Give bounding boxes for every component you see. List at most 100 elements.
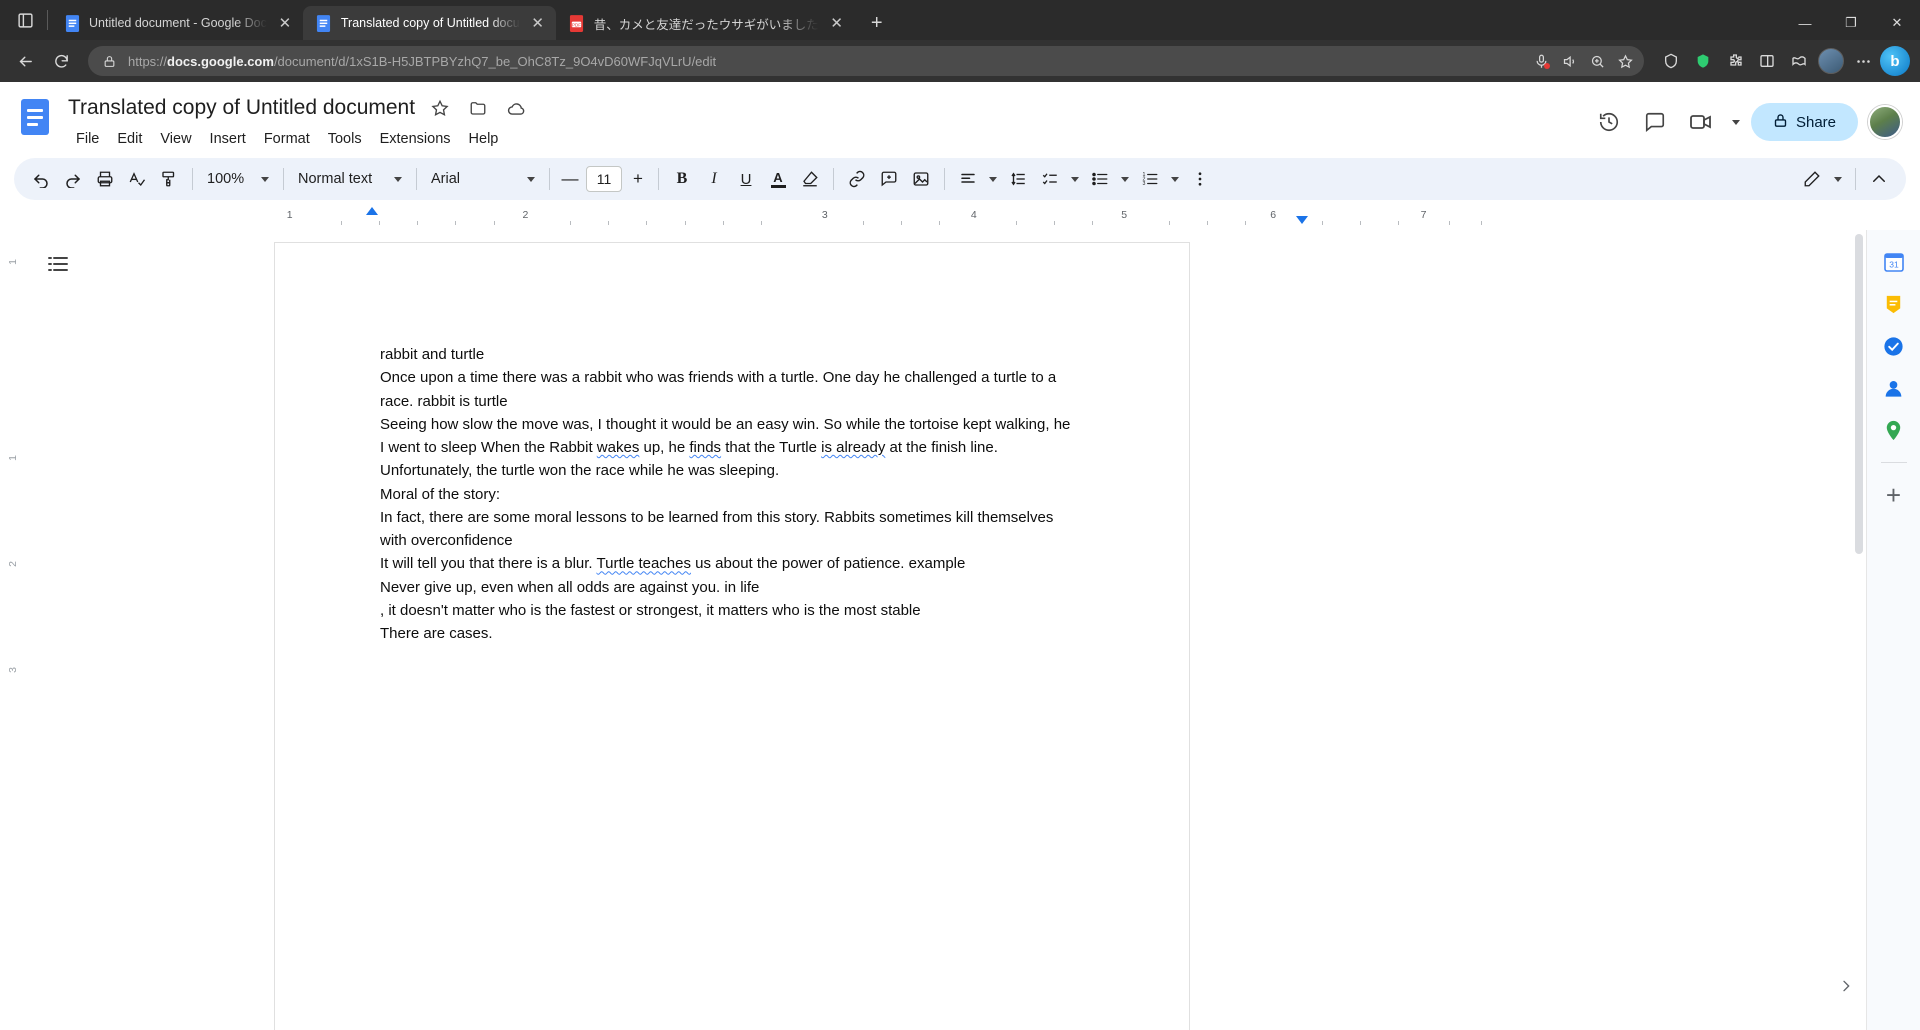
page-title[interactable]: Translated copy of Untitled document <box>68 96 415 120</box>
paragraph-7[interactable]: In fact, there are some moral lessons to… <box>380 506 1084 553</box>
ruler-track[interactable]: 1 2 3 4 5 6 7 <box>226 208 1500 230</box>
font-family-dropdown[interactable]: Arial <box>425 164 541 194</box>
underline-button[interactable]: U <box>731 164 761 194</box>
scrollbar-thumb[interactable] <box>1855 234 1863 554</box>
paint-format-icon[interactable] <box>154 164 184 194</box>
line-spacing-icon[interactable] <box>1003 164 1033 194</box>
reload-icon[interactable] <box>46 46 76 76</box>
meet-icon[interactable] <box>1681 102 1721 142</box>
menu-help[interactable]: Help <box>461 128 507 150</box>
menu-format[interactable]: Format <box>256 128 318 150</box>
paragraph-10[interactable]: , it doesn't matter who is the fastest o… <box>380 599 1084 622</box>
editing-mode-caret-icon[interactable] <box>1829 164 1847 194</box>
add-comment-icon[interactable] <box>874 164 904 194</box>
comment-icon[interactable] <box>1635 102 1675 142</box>
document-outline-icon[interactable] <box>42 248 74 280</box>
share-button[interactable]: Share <box>1751 103 1858 141</box>
back-icon[interactable] <box>10 46 40 76</box>
paragraph-9[interactable]: Never give up, even when all odds are ag… <box>380 576 1084 599</box>
paragraph-5[interactable]: Unfortunately, the turtle won the race w… <box>380 459 1084 482</box>
favorite-star-icon[interactable] <box>1612 48 1638 74</box>
meet-caret-icon[interactable] <box>1727 102 1745 142</box>
split-screen-icon[interactable] <box>1752 46 1782 76</box>
paragraph-2[interactable]: Once upon a time there was a rabbit who … <box>380 366 1084 413</box>
menu-insert[interactable]: Insert <box>202 128 254 150</box>
bulleted-list-caret-icon[interactable] <box>1117 164 1133 194</box>
menu-tools[interactable]: Tools <box>320 128 370 150</box>
keep-notes-icon[interactable] <box>1878 288 1910 320</box>
zoom-icon[interactable] <box>1584 48 1610 74</box>
google-docs-logo[interactable] <box>14 92 56 150</box>
paragraph-11[interactable]: There are cases. <box>380 622 1084 645</box>
minimize-button[interactable]: — <box>1782 6 1828 40</box>
contacts-icon[interactable] <box>1878 372 1910 404</box>
menu-extensions[interactable]: Extensions <box>372 128 459 150</box>
font-size-input[interactable]: 11 <box>586 166 622 192</box>
avatar[interactable] <box>1868 105 1902 139</box>
numbered-list-caret-icon[interactable] <box>1167 164 1183 194</box>
calendar-icon[interactable]: 31 <box>1878 246 1910 278</box>
align-caret-icon[interactable] <box>985 164 1001 194</box>
maps-icon[interactable] <box>1878 414 1910 446</box>
chevron-right-icon[interactable] <box>1838 978 1854 998</box>
shield-icon[interactable] <box>1656 46 1686 76</box>
redo-icon[interactable] <box>58 164 88 194</box>
document-page[interactable]: rabbit and turtle Once upon a time there… <box>274 242 1190 1030</box>
page-content[interactable]: rabbit and turtle Once upon a time there… <box>275 243 1189 745</box>
read-aloud-icon[interactable] <box>1556 48 1582 74</box>
tab-close-icon[interactable]: ✕ <box>528 13 548 33</box>
print-icon[interactable] <box>90 164 120 194</box>
address-bar[interactable]: https://docs.google.com/document/d/1xS1B… <box>88 46 1644 76</box>
bold-button[interactable]: B <box>667 164 697 194</box>
collections-icon[interactable] <box>1784 46 1814 76</box>
right-indent-marker[interactable] <box>1296 216 1308 224</box>
paragraph-4[interactable]: I went to sleep When the Rabbit wakes up… <box>380 436 1084 459</box>
tab-close-icon[interactable]: ✕ <box>827 13 847 33</box>
tab-0[interactable]: Untitled document - Google Doc ✕ <box>51 6 303 40</box>
document-scrollbar[interactable] <box>1852 230 1866 1030</box>
pencil-editing-icon[interactable] <box>1797 164 1827 194</box>
tab-search-icon[interactable] <box>6 3 44 37</box>
text-color-button[interactable]: A <box>763 164 793 194</box>
left-indent-marker[interactable] <box>366 207 378 215</box>
zoom-dropdown[interactable]: 100% <box>201 164 275 194</box>
menu-edit[interactable]: Edit <box>109 128 150 150</box>
star-icon[interactable] <box>427 95 453 121</box>
insert-link-icon[interactable] <box>842 164 872 194</box>
numbered-list-icon[interactable]: 123 <box>1135 164 1165 194</box>
puzzle-extensions-icon[interactable] <box>1720 46 1750 76</box>
new-tab-button[interactable]: + <box>861 8 893 38</box>
move-to-folder-icon[interactable] <box>465 95 491 121</box>
tasks-icon[interactable] <box>1878 330 1910 362</box>
more-options-icon[interactable] <box>1185 164 1215 194</box>
paragraph-6[interactable]: Moral of the story: <box>380 483 1084 506</box>
paragraph-1[interactable]: rabbit and turtle <box>380 343 1084 366</box>
undo-icon[interactable] <box>26 164 56 194</box>
cloud-saved-icon[interactable] <box>503 95 529 121</box>
copilot-icon[interactable]: b <box>1880 46 1910 76</box>
microphone-icon[interactable] <box>1528 48 1554 74</box>
bulleted-list-icon[interactable] <box>1085 164 1115 194</box>
menu-file[interactable]: File <box>68 128 107 150</box>
spellcheck-underlined-text[interactable]: is already <box>821 439 885 456</box>
spellcheck-underlined-text[interactable]: finds <box>689 439 721 456</box>
lock-icon[interactable] <box>98 50 120 72</box>
tab-1[interactable]: Translated copy of Untitled docu ✕ <box>303 6 556 40</box>
chevron-up-icon[interactable] <box>1864 164 1894 194</box>
insert-image-icon[interactable] <box>906 164 936 194</box>
add-shortcut-button[interactable]: + <box>1878 479 1910 511</box>
maximize-button[interactable]: ❐ <box>1828 6 1874 40</box>
settings-more-icon[interactable] <box>1848 46 1878 76</box>
extension-shield-icon[interactable] <box>1688 46 1718 76</box>
highlight-icon[interactable] <box>795 164 825 194</box>
avatar[interactable] <box>1816 46 1846 76</box>
paragraph-8[interactable]: It will tell you that there is a blur. T… <box>380 552 1084 575</box>
italic-button[interactable]: I <box>699 164 729 194</box>
font-size-decrease-button[interactable]: — <box>558 167 582 191</box>
font-size-increase-button[interactable]: + <box>626 167 650 191</box>
align-left-icon[interactable] <box>953 164 983 194</box>
version-history-icon[interactable] <box>1589 102 1629 142</box>
spellcheck-underlined-text[interactable]: Turtle teaches <box>597 555 692 572</box>
spellcheck-underlined-text[interactable]: wakes <box>597 439 640 456</box>
checklist-icon[interactable] <box>1035 164 1065 194</box>
